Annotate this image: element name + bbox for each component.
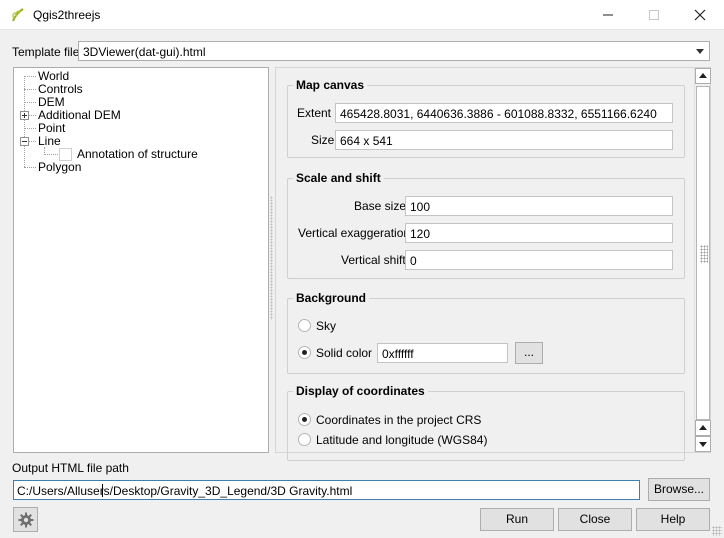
close-icon <box>694 9 706 21</box>
output-path-field[interactable]: C:/Users/Allusers/Desktop/Gravity_3D_Leg… <box>13 480 640 500</box>
close-window-button[interactable] <box>677 0 723 30</box>
scale-shift-title: Scale and shift <box>293 171 384 185</box>
tree-connector <box>24 89 36 90</box>
settings-scrollbar[interactable] <box>694 68 711 452</box>
tree-connector <box>24 128 36 129</box>
latlon-label[interactable]: Latitude and longitude (WGS84) <box>316 433 487 447</box>
scroll-thumb[interactable] <box>696 86 710 420</box>
vertical-shift-label: Vertical shift <box>341 253 406 267</box>
solid-color-radio[interactable] <box>298 346 311 359</box>
latlon-radio[interactable] <box>298 433 311 446</box>
extent-field[interactable]: 465428.8031, 6440636.3886 - 601088.8332,… <box>335 103 673 123</box>
sky-radio[interactable] <box>298 319 311 332</box>
color-value-field[interactable]: 0xffffff <box>377 343 508 363</box>
tree-item-point[interactable]: Point <box>38 121 65 135</box>
minimize-button[interactable] <box>585 0 631 30</box>
tree-item-polygon[interactable]: Polygon <box>38 160 81 174</box>
tree-connector <box>24 167 36 168</box>
gear-icon <box>18 512 34 528</box>
size-field[interactable]: 664 x 541 <box>335 130 673 150</box>
browse-button[interactable]: Browse... <box>648 478 710 501</box>
run-button[interactable]: Run <box>480 508 554 531</box>
help-button[interactable]: Help <box>636 508 710 531</box>
grip-icon <box>700 245 708 263</box>
close-button[interactable]: Close <box>558 508 632 531</box>
tree-connector <box>44 154 58 155</box>
vertical-exaggeration-field[interactable]: 120 <box>405 223 673 243</box>
template-file-select[interactable]: 3DViewer(dat-gui).html <box>78 41 710 61</box>
tree-item-line[interactable]: Line <box>38 134 61 148</box>
sky-label[interactable]: Sky <box>316 319 336 333</box>
vertical-shift-field[interactable]: 0 <box>405 250 673 270</box>
coordinates-group: Display of coordinates Coordinates in th… <box>287 384 685 461</box>
color-picker-button[interactable]: ... <box>515 342 543 364</box>
expand-plus-icon[interactable] <box>20 111 29 120</box>
tree-connector <box>24 76 36 77</box>
scroll-down-icon[interactable] <box>695 436 711 452</box>
scale-shift-group: Scale and shift Base size 100 Vertical e… <box>287 171 685 279</box>
background-group: Background Sky Solid color 0xffffff ... <box>287 291 685 374</box>
resize-grip[interactable] <box>712 526 722 536</box>
tree-item-dem[interactable]: DEM <box>38 95 65 109</box>
scroll-up-icon[interactable] <box>695 68 711 84</box>
qgis-logo-icon <box>10 7 26 23</box>
tree-item-controls[interactable]: Controls <box>38 82 83 96</box>
output-path-value: C:/Users/Allusers/Desktop/Gravity_3D_Leg… <box>17 484 353 498</box>
scroll-up-icon[interactable] <box>695 420 711 436</box>
splitter-handle[interactable] <box>270 196 273 320</box>
tree-connector <box>24 102 36 103</box>
solid-color-label[interactable]: Solid color <box>316 346 372 360</box>
settings-button[interactable] <box>13 507 38 532</box>
settings-panel: Map canvas Extent 465428.8031, 6440636.3… <box>275 67 711 461</box>
tree-item-additional-dem[interactable]: Additional DEM <box>38 108 121 122</box>
collapse-minus-icon[interactable] <box>20 137 29 146</box>
tree-connector <box>29 115 36 116</box>
window-title: Qgis2threejs <box>33 8 101 22</box>
extent-label: Extent <box>297 106 332 120</box>
minimize-icon <box>603 14 613 16</box>
tree-item-world[interactable]: World <box>38 69 69 83</box>
project-crs-radio[interactable] <box>298 413 311 426</box>
size-label: Size <box>311 133 335 147</box>
output-path-label: Output HTML file path <box>12 461 129 475</box>
vertical-exaggeration-label: Vertical exaggeration <box>298 226 411 240</box>
maximize-button[interactable] <box>631 0 677 30</box>
base-size-label: Base size <box>354 199 407 213</box>
chevron-down-icon <box>696 49 704 54</box>
map-canvas-title: Map canvas <box>293 78 368 92</box>
tree-item-annotation-of-structure[interactable]: Annotation of structure <box>77 147 198 161</box>
layer-tree: World Controls DEM Additional DEM Point … <box>13 67 269 453</box>
background-title: Background <box>293 291 370 305</box>
coordinates-title: Display of coordinates <box>293 384 428 398</box>
tree-connector <box>29 141 36 142</box>
project-crs-label[interactable]: Coordinates in the project CRS <box>316 413 481 427</box>
text-caret <box>102 484 103 497</box>
maximize-icon <box>649 10 659 20</box>
template-file-label: Template file <box>12 45 80 59</box>
map-canvas-group: Map canvas Extent 465428.8031, 6440636.3… <box>287 78 685 158</box>
base-size-field[interactable]: 100 <box>405 196 673 216</box>
template-file-value: 3DViewer(dat-gui).html <box>83 45 206 59</box>
title-bar: Qgis2threejs <box>0 0 724 30</box>
